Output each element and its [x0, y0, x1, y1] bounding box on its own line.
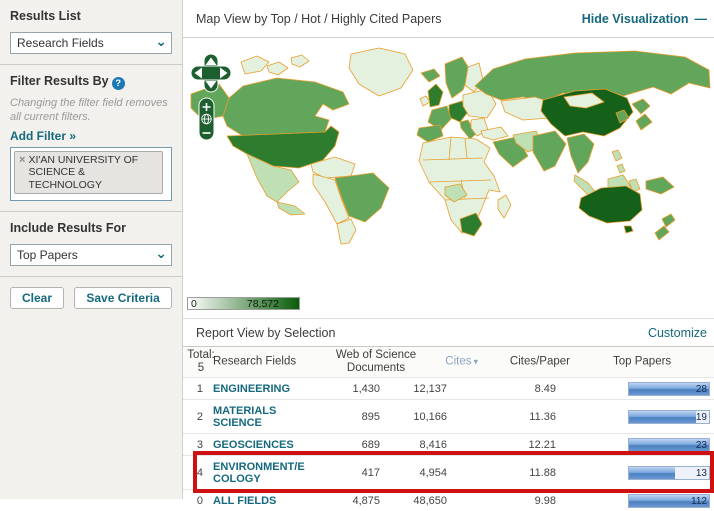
research-field-link[interactable]: GEOSCIENCES: [213, 434, 307, 455]
country-japan: [632, 99, 650, 114]
table-row: 2 MATERIALS SCIENCE 895 10,166 11.36 19: [183, 399, 714, 433]
filter-note: Changing the filter field removes all cu…: [10, 97, 172, 125]
top-papers-value: 23: [696, 439, 707, 452]
results-list-dropdown[interactable]: Research Fields ⌄: [10, 32, 172, 54]
column-header-wos-documents: Web of Science Documents: [320, 349, 432, 375]
research-field-link[interactable]: ENGINEERING: [213, 378, 307, 399]
top-papers-bar: 13: [628, 466, 710, 480]
country-india: [533, 131, 566, 171]
top-papers-value: 28: [696, 383, 707, 396]
clear-button[interactable]: Clear: [10, 287, 64, 309]
results-list-value: Research Fields: [17, 36, 104, 50]
sort-arrow-icon: ▾: [473, 356, 478, 366]
row-rank: 3: [185, 439, 203, 451]
row-cites-per-paper: 8.49: [476, 383, 556, 395]
add-filter-link[interactable]: Add Filter »: [10, 129, 76, 143]
top-papers-bar-fill: [629, 467, 675, 479]
row-cites-per-paper: 11.36: [476, 411, 556, 423]
table-row: 3 GEOSCIENCES 689 8,416 12.21 23: [183, 433, 714, 455]
top-papers-value: 13: [696, 467, 707, 480]
top-papers-bar: 112: [628, 494, 710, 508]
row-cites: 10,166: [367, 411, 447, 423]
help-question-icon[interactable]: ?: [112, 77, 125, 90]
save-criteria-button[interactable]: Save Criteria: [74, 287, 171, 309]
active-filters-box[interactable]: × XI'AN UNIVERSITY OF SCIENCE & TECHNOLO…: [10, 147, 172, 201]
table-row: 1 ENGINEERING 1,430 12,137 8.49 28: [183, 377, 714, 399]
column-header-cites-sort[interactable]: Cites▾: [420, 355, 478, 368]
include-results-value: Top Papers: [17, 248, 78, 262]
minus-icon: —: [695, 12, 708, 26]
row-cites-per-paper: 11.88: [476, 467, 556, 479]
filter-tag[interactable]: × XI'AN UNIVERSITY OF SCIENCE & TECHNOLO…: [14, 151, 163, 195]
report-header: Report View by Selection Customize: [183, 321, 714, 345]
sidebar: Results List Research Fields ⌄ Filter Re…: [0, 0, 183, 499]
row-rank: 2: [185, 411, 203, 423]
row-cites: 48,650: [367, 495, 447, 507]
country-uk: [428, 84, 443, 107]
results-table: Total: 5 Research Fields Web of Science …: [183, 346, 714, 511]
top-papers-bar: 19: [628, 410, 710, 424]
row-rank: 1: [185, 383, 203, 395]
customize-link[interactable]: Customize: [648, 326, 707, 340]
table-rows: 1 ENGINEERING 1,430 12,137 8.49 28 2 MAT…: [183, 377, 714, 511]
results-list-heading: Results List: [10, 9, 172, 23]
map-pan-control[interactable]: [191, 54, 231, 92]
top-papers-bar: 28: [628, 382, 710, 396]
row-cites-per-paper: 12.21: [476, 439, 556, 451]
top-papers-bar-fill: [629, 411, 696, 423]
hide-visualization-link[interactable]: Hide Visualization—: [582, 12, 707, 26]
column-header-research-fields: Research Fields: [213, 355, 313, 368]
column-header-top-papers: Top Papers: [613, 355, 698, 368]
table-header: Total: 5 Research Fields Web of Science …: [183, 346, 714, 377]
main-panel: Map View by Top / Hot / Highly Cited Pap…: [183, 0, 714, 499]
filter-heading: Filter Results By?: [10, 74, 172, 90]
world-map[interactable]: [183, 40, 714, 292]
report-view-title: Report View by Selection: [196, 326, 335, 340]
legend-max-value: 78,572: [247, 298, 279, 310]
row-cites: 4,954: [367, 467, 447, 479]
map-zoom-control[interactable]: [199, 98, 214, 140]
map-legend-gradient: 0 78,572: [187, 297, 300, 310]
research-field-link[interactable]: MATERIALS SCIENCE: [213, 400, 307, 433]
country-greenland: [349, 48, 413, 96]
remove-filter-icon[interactable]: ×: [19, 154, 25, 192]
top-papers-value: 112: [691, 495, 707, 508]
row-rank: 0: [185, 495, 203, 507]
row-cites-per-paper: 9.98: [476, 495, 556, 507]
filter-tag-label: XI'AN UNIVERSITY OF SCIENCE & TECHNOLOGY: [28, 154, 158, 192]
top-papers-bar: 23: [628, 438, 710, 452]
chevron-down-icon: ⌄: [155, 244, 167, 263]
include-results-heading: Include Results For: [10, 221, 172, 235]
table-row: 0 ALL FIELDS 4,875 48,650 9.98 112: [183, 489, 714, 511]
legend-min-value: 0: [191, 298, 197, 310]
row-cites: 12,137: [367, 383, 447, 395]
divider: [183, 318, 714, 319]
chevron-down-icon: ⌄: [155, 32, 167, 51]
column-header-cites-per-paper: Cites/Paper: [490, 355, 570, 368]
table-row: 4 ENVIRONMENT/ECOLOGY 417 4,954 11.88 13: [183, 455, 714, 489]
top-papers-value: 19: [696, 411, 707, 424]
research-field-link[interactable]: ALL FIELDS: [213, 490, 307, 511]
include-results-dropdown[interactable]: Top Papers ⌄: [10, 244, 172, 266]
map-view-title: Map View by Top / Hot / Highly Cited Pap…: [196, 12, 442, 26]
row-cites: 8,416: [367, 439, 447, 451]
row-rank: 4: [185, 467, 203, 479]
map-header: Map View by Top / Hot / Highly Cited Pap…: [183, 0, 714, 38]
research-field-link[interactable]: ENVIRONMENT/ECOLOGY: [213, 456, 307, 489]
